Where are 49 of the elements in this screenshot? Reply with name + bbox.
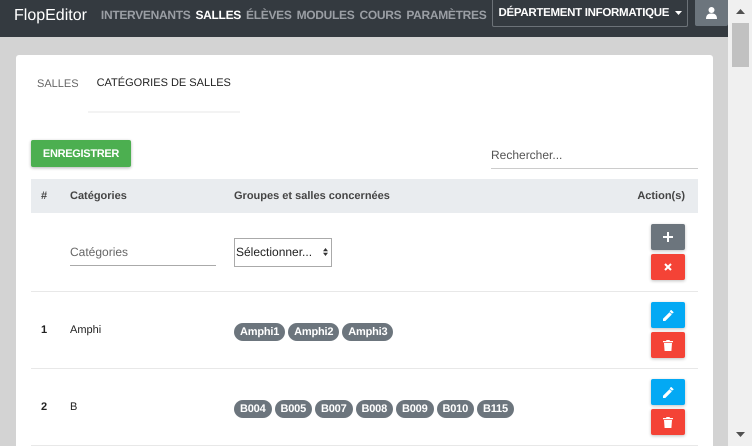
nav-link[interactable]: COURS [359, 8, 402, 22]
edit-button[interactable] [651, 302, 685, 328]
column-header: Groupes et salles concernées [234, 190, 391, 202]
trash-icon [663, 416, 673, 428]
rooms-select[interactable]: Sélectionner... [234, 238, 332, 266]
room-tag: B005 [274, 400, 312, 418]
trash-icon [663, 340, 673, 350]
user-icon [706, 7, 718, 19]
room-tag: B007 [315, 400, 352, 418]
caret-icon [675, 11, 682, 15]
scroll-up-icon [736, 9, 744, 14]
room-tag: Amphi3 [342, 323, 394, 341]
pencil-icon [662, 386, 674, 398]
brand-link[interactable]: FlopEditor [14, 7, 87, 25]
room-tag: B115 [477, 400, 514, 418]
column-header: Action(s) [636, 190, 686, 202]
room-tag: B010 [436, 400, 474, 418]
plus-icon [663, 232, 673, 242]
delete-button[interactable] [651, 332, 685, 358]
add-button[interactable] [651, 224, 685, 250]
tab[interactable]: CATÉGORIES DE SALLES [88, 55, 240, 113]
cancel-button[interactable] [651, 254, 685, 280]
department-dropdown[interactable]: DÉPARTEMENT INFORMATIQUE [492, 0, 688, 27]
room-tag: B009 [396, 400, 434, 418]
room-tag: Amphi2 [288, 323, 340, 341]
nav-link[interactable]: PARAMÈTRES [406, 8, 486, 22]
table-cell-text: B [70, 401, 78, 413]
edit-button[interactable] [651, 379, 685, 405]
user-button[interactable] [695, 0, 728, 26]
table-cell-text: 2 [40, 401, 48, 413]
nav-link[interactable]: ÉLÈVES [246, 8, 292, 22]
scrollbar[interactable] [728, 0, 752, 446]
scroll-thumb[interactable] [732, 23, 748, 67]
table-cell-text: 1 [40, 324, 48, 336]
room-tag: Amphi1 [234, 323, 286, 341]
delete-button[interactable] [651, 409, 685, 435]
table-cell-text: Amphi [70, 324, 102, 336]
scroll-down-icon [736, 432, 744, 437]
column-header: Catégories [70, 190, 128, 202]
room-tag: B004 [234, 400, 272, 418]
close-icon [664, 263, 672, 271]
room-tag: B008 [356, 400, 393, 418]
nav-link[interactable]: SALLES [195, 8, 241, 22]
pencil-icon [662, 310, 674, 320]
tab[interactable]: SALLES [37, 55, 88, 113]
nav-link[interactable]: INTERVENANTS [100, 8, 190, 22]
column-header: # [40, 190, 48, 202]
sort-arrows-icon [323, 248, 328, 256]
nav-link[interactable]: MODULES [296, 8, 354, 22]
